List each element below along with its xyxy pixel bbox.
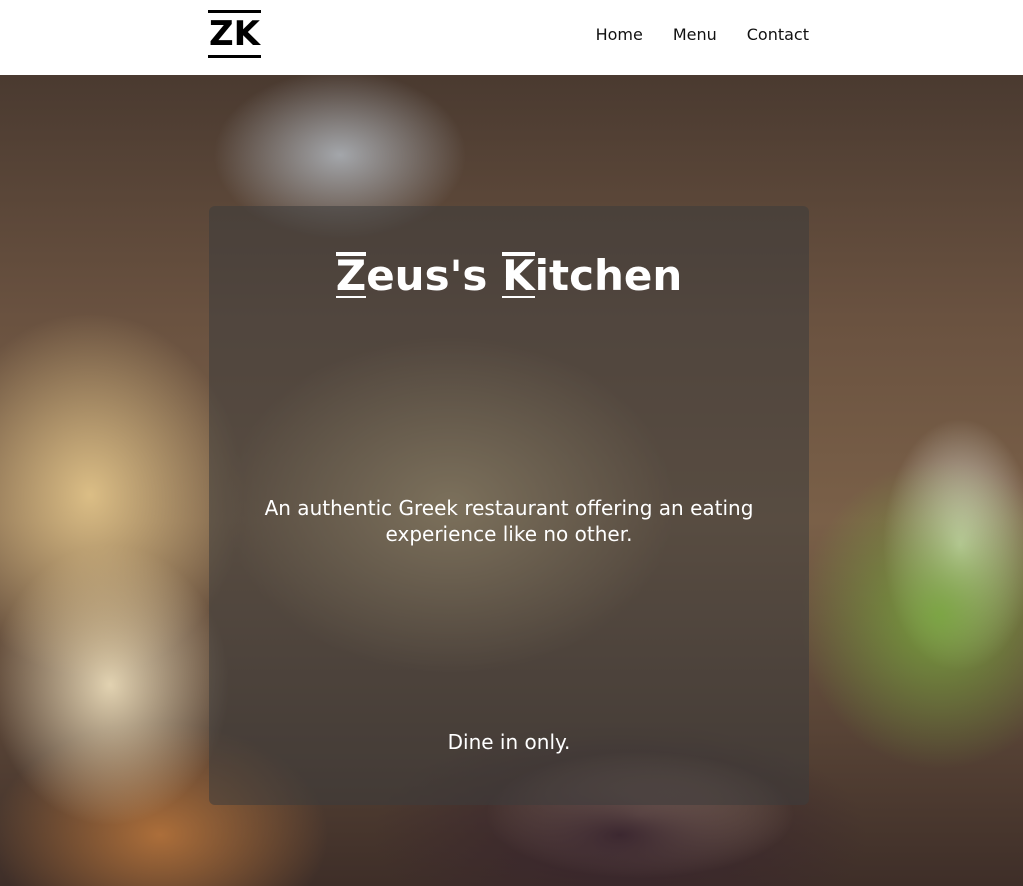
title-initial-k: K	[502, 251, 535, 300]
hero-card: Zeus's Kitchen An authentic Greek restau…	[209, 206, 809, 805]
hero-tagline: An authentic Greek restaurant offering a…	[264, 496, 754, 546]
nav-link-contact[interactable]: Contact	[747, 24, 809, 46]
nav-link-menu[interactable]: Menu	[673, 24, 717, 46]
title-part-2: itchen	[534, 251, 683, 300]
main-nav: Home Menu Contact	[566, 24, 809, 46]
title-part-1: eus's	[366, 251, 503, 300]
restaurant-title: Zeus's Kitchen	[209, 250, 809, 302]
dine-in-note: Dine in only.	[447, 730, 571, 754]
nav-link-home[interactable]: Home	[596, 24, 643, 46]
hero-section: Zeus's Kitchen An authentic Greek restau…	[0, 75, 1023, 886]
title-initial-z: Z	[335, 251, 367, 300]
top-navbar: ZK Home Menu Contact	[0, 0, 1023, 75]
site-logo[interactable]: ZK	[208, 10, 261, 58]
